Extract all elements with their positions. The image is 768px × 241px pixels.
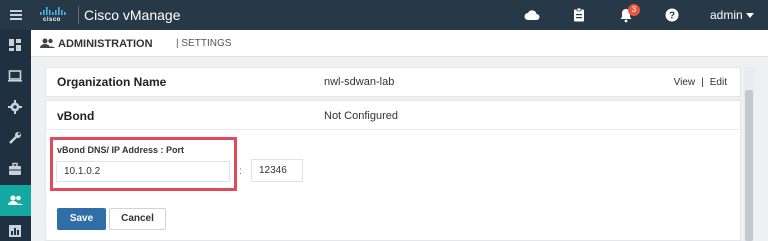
configuration-icon[interactable] [0,92,31,123]
breadcrumb: ADMINISTRATION | SETTINGS [31,30,768,57]
left-nav [0,30,31,241]
organization-actions: View | Edit [674,77,727,88]
administration-icon[interactable] [0,185,31,216]
vbond-status: Not Configured [324,110,398,122]
breadcrumb-page: SETTINGS [181,38,232,49]
vbond-field-label: vBond DNS/ IP Address : Port [57,145,185,155]
organization-value: nwl-sdwan-lab [324,76,395,88]
monitor-icon[interactable] [0,61,31,92]
breadcrumb-current: | SETTINGS [176,38,231,49]
save-button[interactable]: Save [57,208,106,230]
cisco-wordmark: cisco [43,17,61,23]
scrollbar-thumb[interactable] [745,90,753,241]
clipboard-icon[interactable] [571,7,587,23]
cisco-logo[interactable]: cisco [39,5,71,25]
top-bar: cisco Cisco vManage 3 ? admin [0,0,768,30]
vbond-row[interactable]: vBond Not Configured [46,101,740,130]
tools-icon[interactable] [0,123,31,154]
action-separator: | [701,77,704,88]
maintenance-icon[interactable] [0,154,31,185]
title-divider [78,6,79,24]
help-icon[interactable]: ? [664,7,680,23]
breadcrumb-separator: | [176,38,179,49]
chevron-down-icon[interactable] [746,13,754,18]
user-menu[interactable]: admin [710,8,743,22]
notification-badge: 3 [628,4,640,16]
dashboard-icon[interactable] [0,30,31,61]
vbond-ip-input[interactable]: 10.1.0.2 [56,161,230,182]
cancel-button[interactable]: Cancel [109,208,166,230]
view-link[interactable]: View [674,77,696,88]
port-separator: : [239,166,242,177]
menu-icon[interactable] [0,0,31,30]
app-title: Cisco vManage [84,7,181,23]
cloud-icon[interactable] [524,7,540,23]
edit-link[interactable]: Edit [710,77,727,88]
analytics-icon[interactable] [0,216,31,241]
page-title: ADMINISTRATION [58,38,153,50]
vbond-port-input[interactable]: 12346 [251,159,303,182]
organization-label: Organization Name [57,75,167,89]
administration-icon [40,38,55,48]
vbond-label: vBond [57,109,95,123]
organization-row: Organization Name nwl-sdwan-lab View | Edi… [45,67,741,97]
svg-text:?: ? [669,11,675,22]
